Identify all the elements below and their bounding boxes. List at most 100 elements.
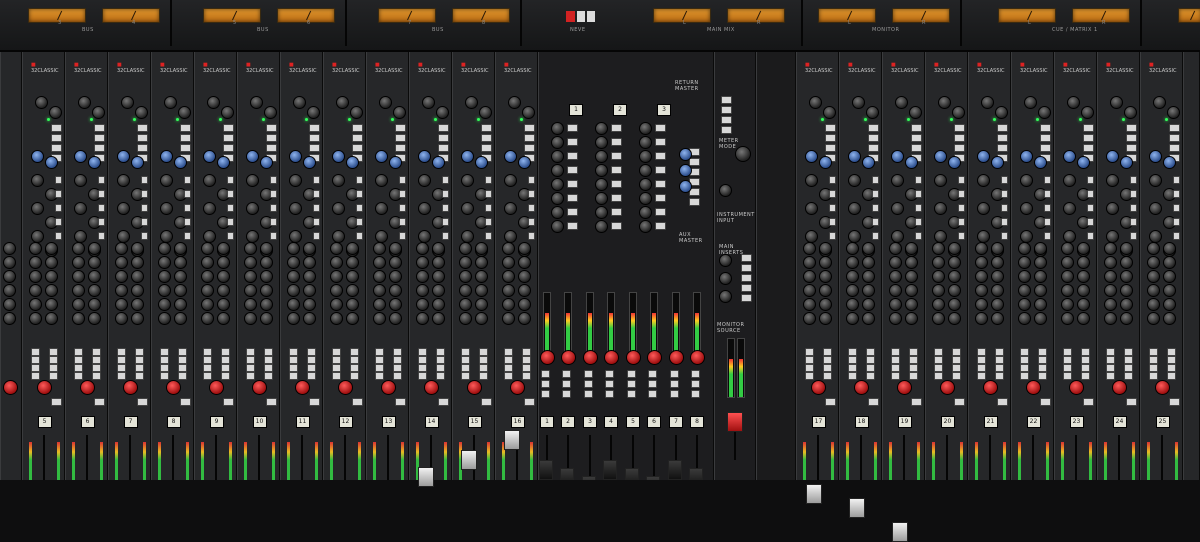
subgroup-fader-cap[interactable]	[539, 460, 553, 480]
subgroup-button[interactable]	[584, 380, 593, 388]
subgroup-button[interactable]	[541, 370, 550, 378]
routing-button[interactable]	[375, 364, 384, 372]
eq-switch-button[interactable]	[141, 190, 148, 198]
aux-button[interactable]	[567, 222, 578, 230]
routing-button[interactable]	[805, 348, 814, 356]
eq-switch-button[interactable]	[958, 190, 965, 198]
mute-button[interactable]	[1083, 398, 1094, 406]
aux-button[interactable]	[567, 152, 578, 160]
routing-button[interactable]	[1063, 348, 1072, 356]
eq-switch-button[interactable]	[958, 232, 965, 240]
return-button[interactable]	[689, 158, 700, 166]
eq-band-knob[interactable]	[418, 202, 431, 215]
subgroup-pan-knob[interactable]	[626, 350, 641, 365]
aux-send-knob[interactable]	[1061, 270, 1074, 283]
aux-send-knob[interactable]	[303, 284, 316, 297]
eq-knob[interactable]	[389, 156, 402, 169]
routing-button[interactable]	[1038, 364, 1047, 372]
aux-send-knob[interactable]	[330, 270, 343, 283]
aux-send-knob[interactable]	[432, 270, 445, 283]
aux-send-knob[interactable]	[991, 242, 1004, 255]
aux-send-knob[interactable]	[115, 242, 128, 255]
eq-switch-button[interactable]	[227, 218, 234, 226]
hpf-knob[interactable]	[461, 150, 474, 163]
aux-send-knob[interactable]	[115, 312, 128, 325]
switch-button[interactable]	[137, 124, 148, 132]
aux-send-knob[interactable]	[416, 284, 429, 297]
eq-switch-button[interactable]	[528, 190, 535, 198]
eq-switch-button[interactable]	[1044, 232, 1051, 240]
hpf-knob[interactable]	[1063, 150, 1076, 163]
aux-send-knob[interactable]	[518, 312, 531, 325]
mute-button[interactable]	[954, 398, 965, 406]
routing-button[interactable]	[934, 364, 943, 372]
aux-send-knob[interactable]	[846, 298, 859, 311]
routing-button[interactable]	[160, 356, 169, 364]
aux-send-knob[interactable]	[45, 242, 58, 255]
eq-switch-button[interactable]	[1130, 232, 1137, 240]
subgroup-button[interactable]	[541, 390, 550, 398]
aux-send-knob[interactable]	[1018, 298, 1031, 311]
aux-send-knob[interactable]	[975, 256, 988, 269]
eq-switch-button[interactable]	[313, 176, 320, 184]
eq-switch-button[interactable]	[528, 232, 535, 240]
routing-button[interactable]	[221, 348, 230, 356]
eq-band-knob[interactable]	[160, 174, 173, 187]
eq-switch-button[interactable]	[356, 176, 363, 184]
subgroup-button[interactable]	[627, 390, 636, 398]
routing-button[interactable]	[31, 356, 40, 364]
aux-send-knob[interactable]	[1120, 270, 1133, 283]
routing-button[interactable]	[160, 348, 169, 356]
aux-send-knob[interactable]	[948, 284, 961, 297]
eq-switch-button[interactable]	[184, 190, 191, 198]
switch-button[interactable]	[1126, 124, 1137, 132]
eq-switch-button[interactable]	[399, 218, 406, 226]
aux-send-knob[interactable]	[29, 298, 42, 311]
gain-knob[interactable]	[995, 106, 1008, 119]
aux-send-knob[interactable]	[330, 242, 343, 255]
subgroup-fader-cap[interactable]	[689, 468, 703, 480]
aux-send-knob[interactable]	[846, 284, 859, 297]
eq-switch-button[interactable]	[270, 190, 277, 198]
aux-send-knob[interactable]	[932, 312, 945, 325]
aux-send-knob[interactable]	[217, 270, 230, 283]
aux-send-knob[interactable]	[905, 270, 918, 283]
eq-band-knob[interactable]	[504, 230, 517, 243]
mute-button[interactable]	[352, 398, 363, 406]
routing-button[interactable]	[522, 348, 531, 356]
aux-send-knob[interactable]	[502, 242, 515, 255]
aux-send-knob[interactable]	[889, 256, 902, 269]
aux-send-knob[interactable]	[1120, 284, 1133, 297]
aux-send-knob[interactable]	[330, 284, 343, 297]
eq-switch-button[interactable]	[1130, 176, 1137, 184]
aux-send-knob[interactable]	[389, 284, 402, 297]
main-insert-button[interactable]	[741, 284, 752, 292]
aux-send-knob[interactable]	[1147, 312, 1160, 325]
aux-button[interactable]	[611, 166, 622, 174]
subgroup-button[interactable]	[627, 380, 636, 388]
aux-send-knob[interactable]	[432, 256, 445, 269]
routing-button[interactable]	[952, 372, 961, 380]
routing-button[interactable]	[350, 372, 359, 380]
gain-knob[interactable]	[909, 106, 922, 119]
hpf-knob[interactable]	[117, 150, 130, 163]
eq-band-knob[interactable]	[461, 202, 474, 215]
eq-switch-button[interactable]	[1087, 204, 1094, 212]
switch-button[interactable]	[137, 144, 148, 152]
aux-send-knob[interactable]	[287, 270, 300, 283]
aux-master-knob[interactable]	[551, 220, 564, 233]
switch-button[interactable]	[1040, 144, 1051, 152]
aux-send-knob[interactable]	[29, 284, 42, 297]
pan-knob[interactable]	[209, 380, 224, 395]
routing-button[interactable]	[135, 356, 144, 364]
aux-master-knob[interactable]	[551, 192, 564, 205]
main-insert-button[interactable]	[741, 274, 752, 282]
switch-button[interactable]	[94, 124, 105, 132]
routing-button[interactable]	[461, 356, 470, 364]
gain-knob[interactable]	[436, 106, 449, 119]
routing-button[interactable]	[49, 364, 58, 372]
mute-button[interactable]	[395, 398, 406, 406]
routing-button[interactable]	[504, 356, 513, 364]
aux-send-knob[interactable]	[174, 242, 187, 255]
aux-send-knob[interactable]	[475, 312, 488, 325]
